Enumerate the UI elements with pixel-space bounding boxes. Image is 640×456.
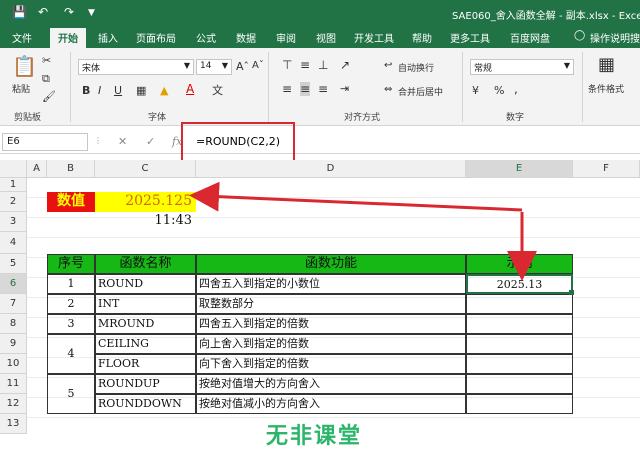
watermark-logo: 无非课堂 xyxy=(266,424,363,449)
annotation-arrows xyxy=(189,181,537,281)
arrow-to-value xyxy=(189,181,523,212)
